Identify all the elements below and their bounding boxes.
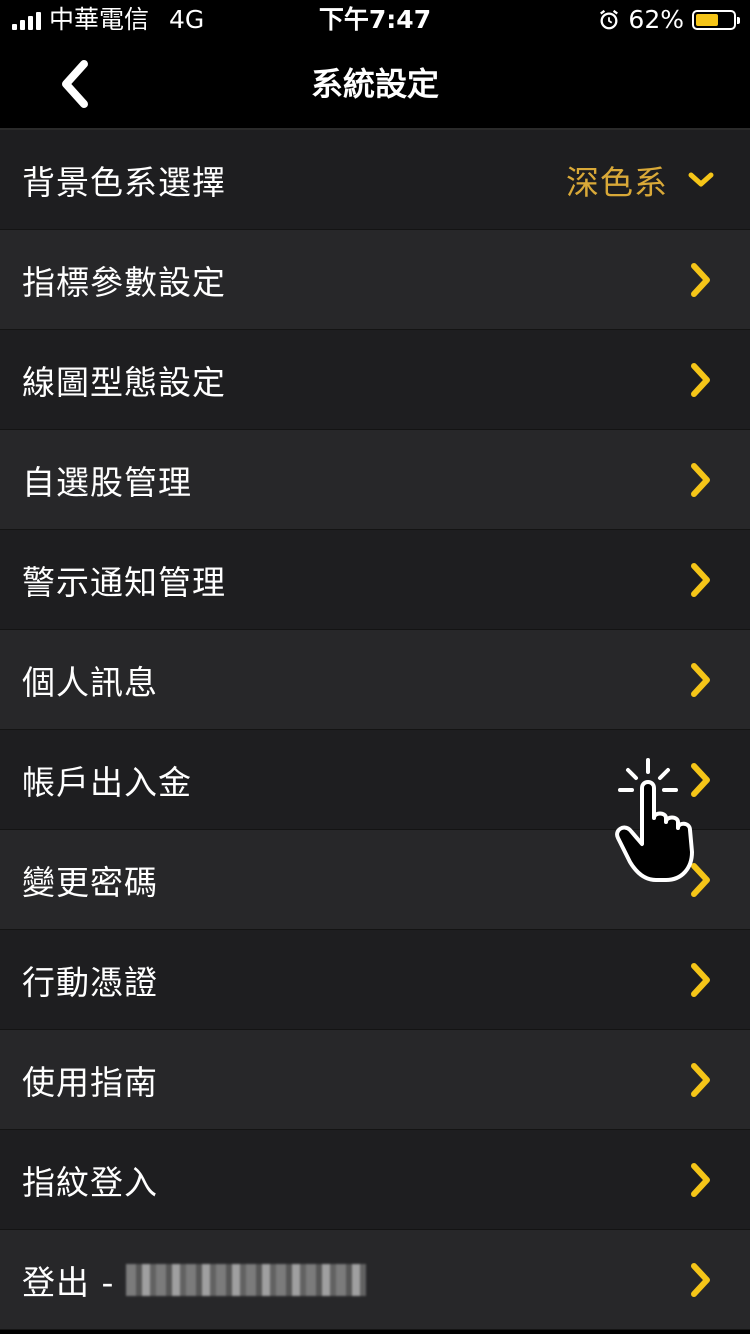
settings-item-alerts[interactable]: 警示通知管理 (0, 530, 750, 630)
settings-list: 背景色系選擇 深色系 指標參數設定 線圖型態設定 自選股管理 警示通知管理 個人… (0, 130, 750, 1330)
settings-item-fingerprint-login[interactable]: 指紋登入 (0, 1130, 750, 1230)
settings-item-change-password[interactable]: 變更密碼 (0, 830, 750, 930)
settings-item-label: 指標參數設定 (22, 262, 226, 302)
settings-item-label: 指紋登入 (22, 1162, 158, 1202)
settings-item-indicator-params[interactable]: 指標參數設定 (0, 230, 750, 330)
status-bar: 中華電信 4G 下午7:47 62% (0, 0, 750, 40)
settings-item-chart-type[interactable]: 線圖型態設定 (0, 330, 750, 430)
chevron-right-icon (686, 762, 716, 798)
navigation-bar: 系統設定 (0, 40, 750, 130)
status-right: 62% (598, 0, 740, 40)
settings-item-label: 個人訊息 (22, 662, 158, 702)
chevron-right-icon (686, 262, 716, 298)
battery-level-fill (696, 14, 719, 26)
battery-percent: 62% (628, 5, 684, 34)
theme-selector-label: 背景色系選擇 (22, 162, 226, 202)
battery-icon (692, 10, 740, 30)
masked-account-id (126, 1263, 367, 1296)
settings-item-label: 線圖型態設定 (22, 362, 226, 402)
theme-selector-value-group: 深色系 (566, 156, 716, 204)
settings-item-label: 自選股管理 (22, 462, 192, 502)
chevron-right-icon (686, 562, 716, 598)
theme-selector-row[interactable]: 背景色系選擇 深色系 (0, 130, 750, 230)
settings-item-label: 警示通知管理 (22, 562, 226, 602)
chevron-right-icon (686, 862, 716, 898)
logout-label: 登出 - (22, 1262, 115, 1302)
logout-label-group: 登出 - (22, 1256, 367, 1304)
settings-item-label: 行動憑證 (22, 962, 158, 1002)
logout-row[interactable]: 登出 - (0, 1230, 750, 1330)
chevron-right-icon (686, 962, 716, 998)
settings-item-label: 變更密碼 (22, 862, 158, 902)
chevron-right-icon (686, 1062, 716, 1098)
alarm-clock-icon (600, 9, 619, 30)
settings-item-user-guide[interactable]: 使用指南 (0, 1030, 750, 1130)
page-title: 系統設定 (310, 65, 439, 103)
theme-selected-value: 深色系 (566, 162, 668, 202)
settings-item-account-funds[interactable]: 帳戶出入金 (0, 730, 750, 830)
chevron-down-icon (686, 162, 716, 198)
chevron-right-icon (686, 1162, 716, 1198)
chevron-right-icon (686, 662, 716, 698)
settings-item-personal-messages[interactable]: 個人訊息 (0, 630, 750, 730)
settings-item-label: 使用指南 (22, 1062, 158, 1102)
chevron-right-icon (686, 362, 716, 398)
settings-item-mobile-certificate[interactable]: 行動憑證 (0, 930, 750, 1030)
chevron-right-icon (686, 1262, 716, 1298)
settings-item-watchlist[interactable]: 自選股管理 (0, 430, 750, 530)
settings-item-label: 帳戶出入金 (22, 762, 192, 802)
chevron-right-icon (686, 462, 716, 498)
